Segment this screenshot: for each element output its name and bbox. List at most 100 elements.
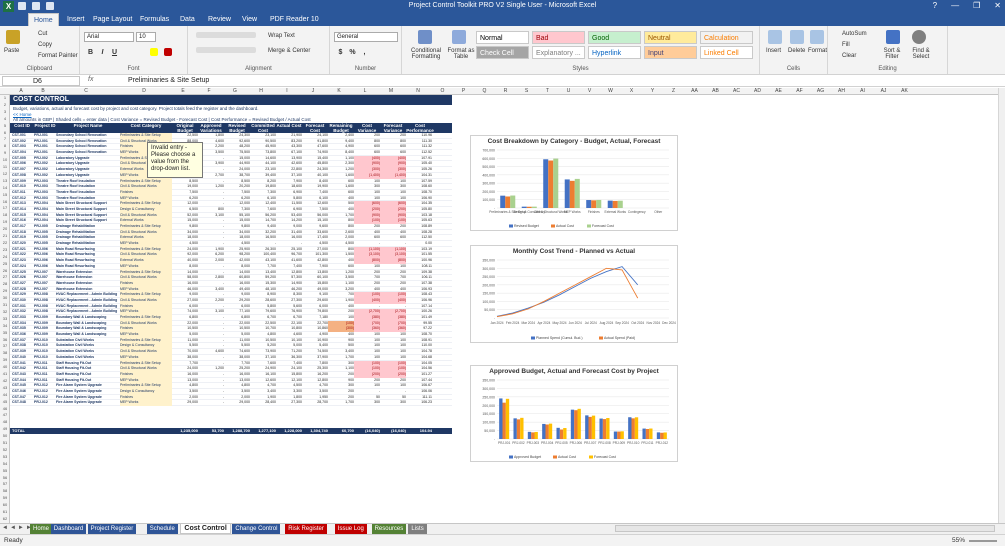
- cut-button[interactable]: Cut: [38, 31, 47, 37]
- column-header[interactable]: X: [621, 88, 642, 94]
- number-format-select[interactable]: General: [334, 32, 398, 42]
- column-header[interactable]: A: [10, 88, 32, 94]
- help-button[interactable]: ?: [933, 1, 937, 10]
- column-header[interactable]: E: [170, 88, 196, 94]
- row-header[interactable]: 10: [0, 157, 10, 162]
- column-header[interactable]: F: [196, 88, 222, 94]
- row-header[interactable]: 4: [0, 116, 10, 121]
- horizontal-scrollbar[interactable]: [615, 525, 995, 532]
- column-header[interactable]: AK: [894, 88, 915, 94]
- row-header[interactable]: 49: [0, 426, 10, 431]
- align-top-icon[interactable]: [196, 32, 256, 38]
- cell-style-item[interactable]: Normal: [476, 31, 529, 44]
- cell-style-item[interactable]: Calculation: [700, 31, 753, 44]
- sheet-tab[interactable]: Project Register: [87, 524, 137, 534]
- row-header[interactable]: 43: [0, 385, 10, 390]
- row-header[interactable]: 24: [0, 254, 10, 259]
- close-button[interactable]: ✕: [994, 1, 1001, 10]
- row-header[interactable]: 45: [0, 399, 10, 404]
- comma-button[interactable]: ,: [360, 48, 369, 57]
- row-header[interactable]: 48: [0, 419, 10, 424]
- column-header[interactable]: AG: [810, 88, 831, 94]
- column-header[interactable]: S: [516, 88, 537, 94]
- bold-button[interactable]: B: [86, 48, 95, 57]
- row-header[interactable]: 47: [0, 412, 10, 417]
- row-header[interactable]: 42: [0, 378, 10, 383]
- sheet-tab[interactable]: Cost Control: [180, 524, 231, 534]
- row-header[interactable]: 53: [0, 454, 10, 459]
- column-header[interactable]: D: [118, 88, 170, 94]
- column-header[interactable]: W: [600, 88, 621, 94]
- row-header[interactable]: 17: [0, 205, 10, 210]
- column-header[interactable]: K: [326, 88, 352, 94]
- vertical-scrollbar[interactable]: [998, 88, 1005, 523]
- paste-button[interactable]: Paste: [4, 48, 19, 54]
- row-header[interactable]: 61: [0, 509, 10, 514]
- column-header[interactable]: U: [558, 88, 579, 94]
- row-header[interactable]: 5: [0, 123, 10, 128]
- tab-formulas[interactable]: Formulas: [135, 13, 174, 26]
- row-header[interactable]: 22: [0, 240, 10, 245]
- format-as-table-icon[interactable]: [452, 30, 466, 44]
- row-header[interactable]: 46: [0, 406, 10, 411]
- autosum-button[interactable]: AutoSum: [842, 31, 867, 37]
- column-header[interactable]: L: [352, 88, 378, 94]
- sheet-tab[interactable]: Dashboard: [50, 524, 87, 534]
- cell-style-item[interactable]: Input: [644, 46, 697, 59]
- row-header[interactable]: 26: [0, 268, 10, 273]
- copy-button[interactable]: Copy: [38, 42, 52, 48]
- row-header[interactable]: 20: [0, 226, 10, 231]
- row-header[interactable]: 23: [0, 247, 10, 252]
- format-as-table-button[interactable]: Format as Table: [446, 48, 476, 60]
- column-header[interactable]: G: [222, 88, 248, 94]
- sheet-tab[interactable]: Schedule: [146, 524, 178, 534]
- row-header[interactable]: 19: [0, 219, 10, 224]
- minimize-button[interactable]: —: [951, 1, 959, 10]
- currency-button[interactable]: $: [336, 48, 345, 57]
- column-header[interactable]: N: [404, 88, 432, 94]
- row-header[interactable]: 44: [0, 392, 10, 397]
- column-header[interactable]: Z: [663, 88, 684, 94]
- align-left-icon[interactable]: [196, 47, 256, 53]
- row-header[interactable]: 1: [0, 95, 10, 100]
- tab-review[interactable]: Review: [203, 13, 236, 26]
- worksheet[interactable]: COST CONTROL Budget, variations, actual …: [10, 95, 1005, 523]
- column-header[interactable]: Y: [642, 88, 663, 94]
- row-header[interactable]: 30: [0, 295, 10, 300]
- row-header[interactable]: 35: [0, 330, 10, 335]
- cell-style-item[interactable]: Bad: [532, 31, 585, 44]
- row-header[interactable]: 12: [0, 171, 10, 176]
- row-header[interactable]: 18: [0, 212, 10, 217]
- column-header[interactable]: AD: [747, 88, 768, 94]
- row-header[interactable]: 27: [0, 274, 10, 279]
- format-cells-button[interactable]: Format: [808, 48, 827, 54]
- sheet-tab[interactable]: Risk Register: [285, 524, 327, 534]
- row-header[interactable]: 55: [0, 468, 10, 473]
- cell-style-item[interactable]: Check Cell: [476, 46, 529, 59]
- row-header[interactable]: 40: [0, 364, 10, 369]
- tab-view[interactable]: View: [237, 13, 262, 26]
- row-header[interactable]: 62: [0, 516, 10, 521]
- column-header[interactable]: AJ: [873, 88, 894, 94]
- delete-cells-button[interactable]: Delete: [788, 48, 805, 54]
- column-header[interactable]: C: [54, 88, 118, 94]
- row-header[interactable]: 41: [0, 371, 10, 376]
- insert-cells-icon[interactable]: [768, 30, 782, 44]
- column-header[interactable]: AC: [726, 88, 747, 94]
- wrap-text-button[interactable]: Wrap Text: [268, 33, 295, 39]
- font-color-icon[interactable]: [164, 48, 172, 56]
- formula-input[interactable]: Preliminaries & Site Setup: [128, 76, 209, 86]
- sheet-tab[interactable]: Change Control: [232, 524, 281, 534]
- row-header[interactable]: 52: [0, 447, 10, 452]
- row-header[interactable]: 28: [0, 281, 10, 286]
- row-header[interactable]: 25: [0, 261, 10, 266]
- sheet-nav-arrows[interactable]: ◄◄►►: [2, 525, 34, 531]
- chart-project-budget[interactable]: Approved Budget, Actual and Forecast Cos…: [470, 365, 678, 462]
- row-header[interactable]: 56: [0, 475, 10, 480]
- cell-style-item[interactable]: Neutral: [644, 31, 697, 44]
- chart-cost-breakdown[interactable]: Cost Breakdown by Category - Budget, Act…: [470, 135, 678, 231]
- tab-page-layout[interactable]: Page Layout: [88, 13, 137, 26]
- column-header[interactable]: O: [432, 88, 453, 94]
- clear-button[interactable]: Clear: [842, 53, 856, 59]
- font-size-select[interactable]: 10: [136, 32, 156, 42]
